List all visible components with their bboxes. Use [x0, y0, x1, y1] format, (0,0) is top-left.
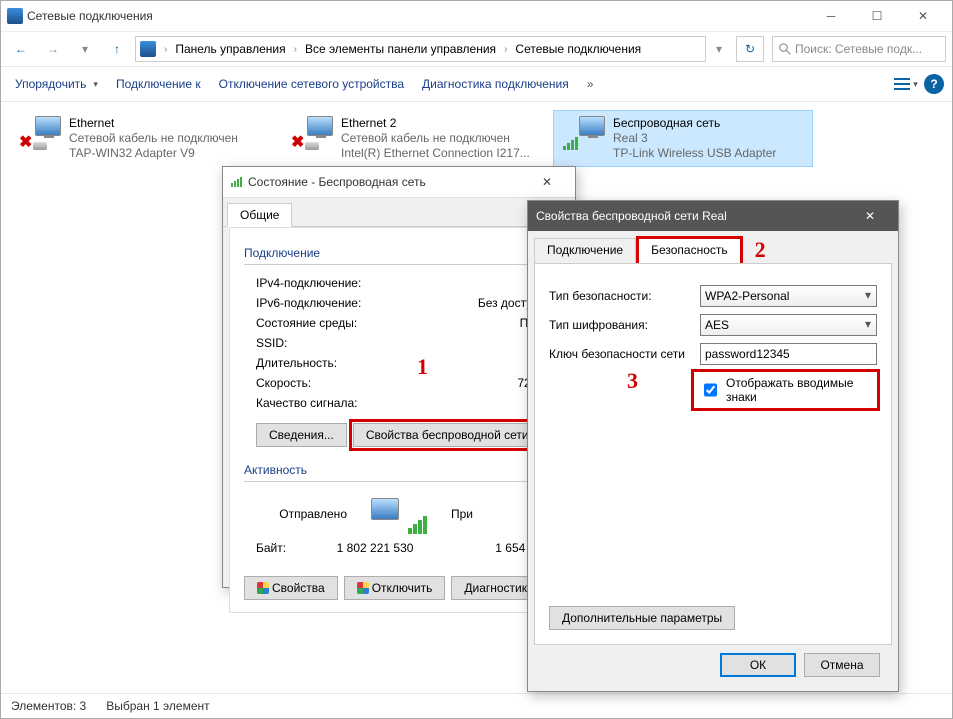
adapter-item[interactable]: ✖ Ethernet 2 Сетевой кабель не подключен… [281, 110, 541, 167]
show-characters-row[interactable]: Отображать вводимые знаки [694, 372, 877, 408]
search-input[interactable]: Поиск: Сетевые подк... [772, 36, 946, 62]
cancel-button[interactable]: Отмена [804, 653, 880, 677]
main-titlebar: Сетевые подключения ─ ☐ ✕ [1, 1, 952, 32]
up-button[interactable]: ↑ [103, 35, 131, 63]
media-label: Состояние среды: [256, 313, 444, 333]
search-icon [779, 43, 791, 55]
security-type-select[interactable]: WPA2-Personal [700, 285, 877, 307]
props-tabs: Подключение Безопасность 2 [534, 237, 892, 263]
annotation-3: 3 [627, 368, 638, 394]
breadcrumb-dropdown[interactable]: ▾ [710, 35, 728, 63]
security-key-input[interactable] [700, 343, 877, 365]
bytes-label: Байт: [256, 538, 286, 558]
maximize-button[interactable]: ☐ [854, 1, 900, 31]
forward-button[interactable]: → [39, 35, 67, 63]
back-button[interactable]: ← [7, 35, 35, 63]
view-options-button[interactable] [894, 72, 918, 96]
help-button[interactable]: ? [924, 74, 944, 94]
command-bar: Упорядочить Подключение к Отключение сет… [1, 67, 952, 102]
diagnose-cmd[interactable]: Диагностика подключения [416, 73, 575, 95]
adapter-status: Real 3 [613, 131, 776, 146]
bytes-sent: 1 802 221 530 [286, 538, 464, 558]
props-dialog-buttons: ОК Отмена [534, 645, 892, 685]
connect-to-cmd[interactable]: Подключение к [110, 73, 207, 95]
status-dialog-close[interactable]: ✕ [527, 167, 567, 197]
rename-chevron[interactable]: » [581, 73, 600, 95]
wireless-properties-button[interactable]: Свойства беспроводной сети [353, 423, 542, 447]
breadcrumb[interactable]: › Панель управления › Все элементы панел… [135, 36, 706, 62]
annotation-2: 2 [755, 237, 766, 263]
minimize-button[interactable]: ─ [808, 1, 854, 31]
encryption-label: Тип шифрования: [549, 318, 694, 332]
security-tab-body: Тип безопасности: WPA2-Personal Тип шифр… [534, 263, 892, 645]
breadcrumb-item[interactable]: Сетевые подключения [511, 40, 645, 58]
window-title: Сетевые подключения [27, 9, 808, 23]
props-dialog-titlebar: Свойства беспроводной сети Real ✕ [528, 201, 898, 231]
duration-label: Длительность: [256, 353, 444, 373]
adapter-name: Ethernet [69, 116, 238, 131]
shield-icon [257, 582, 269, 594]
wifi-properties-dialog: Свойства беспроводной сети Real ✕ Подклю… [527, 200, 899, 692]
window-icon [7, 8, 23, 24]
speed-label: Скорость: [256, 373, 444, 393]
activity-icon [371, 494, 427, 534]
adapter-item-selected[interactable]: Беспроводная сеть Real 3 TP-Link Wireles… [553, 110, 813, 167]
tab-general[interactable]: Общие [227, 203, 292, 227]
adapter-icon: ✖ [291, 116, 333, 150]
annotation-1: 1 [417, 354, 428, 380]
security-key-label: Ключ безопасности сети [549, 347, 694, 361]
ok-button[interactable]: ОК [720, 653, 796, 677]
status-element-count: Элементов: 3 [11, 699, 86, 713]
nav-row: ← → ▾ ↑ › Панель управления › Все элемен… [1, 32, 952, 67]
breadcrumb-item[interactable]: Все элементы панели управления [301, 40, 500, 58]
breadcrumb-icon [140, 41, 156, 57]
breadcrumb-item[interactable]: Панель управления [171, 40, 289, 58]
wifi-status-dialog: Состояние - Беспроводная сеть ✕ Общие По… [222, 166, 576, 588]
show-characters-label: Отображать вводимые знаки [726, 376, 871, 404]
advanced-settings-button[interactable]: Дополнительные параметры [549, 606, 735, 630]
properties-button[interactable]: Свойства [244, 576, 338, 600]
group-activity: Активность [244, 463, 554, 477]
adapter-device: TP-Link Wireless USB Adapter [613, 146, 776, 161]
adapter-item[interactable]: ✖ Ethernet Сетевой кабель не подключен T… [9, 110, 269, 167]
sent-label: Отправлено [256, 507, 347, 521]
disable-button[interactable]: Отключить [344, 576, 446, 600]
status-dialog-titlebar: Состояние - Беспроводная сеть ✕ [223, 167, 575, 198]
refresh-button[interactable]: ↻ [736, 36, 764, 62]
props-dialog-close[interactable]: ✕ [850, 201, 890, 231]
status-tabs: Общие [223, 198, 575, 227]
search-placeholder: Поиск: Сетевые подк... [795, 42, 922, 56]
tab-security[interactable]: Безопасность [638, 238, 741, 264]
organize-menu[interactable]: Упорядочить [9, 73, 104, 95]
details-button[interactable]: Сведения... [256, 423, 347, 447]
ipv6-label: IPv6-подключение: [256, 293, 444, 313]
adapter-icon: ✖ [19, 116, 61, 150]
status-selection: Выбран 1 элемент [106, 699, 209, 713]
props-dialog-title: Свойства беспроводной сети Real [536, 209, 850, 223]
adapter-device: Intel(R) Ethernet Connection I217... [341, 146, 530, 161]
signal-label: Качество сигнала: [256, 393, 554, 413]
adapter-icon [563, 116, 605, 150]
show-characters-checkbox[interactable] [704, 383, 717, 397]
disable-device-cmd[interactable]: Отключение сетевого устройства [213, 73, 410, 95]
adapter-device: TAP-WIN32 Adapter V9 [69, 146, 238, 161]
history-dropdown[interactable]: ▾ [71, 35, 99, 63]
adapter-status: Сетевой кабель не подключен [69, 131, 238, 146]
encryption-select[interactable]: AES [700, 314, 877, 336]
status-bar: Элементов: 3 Выбран 1 элемент [1, 693, 952, 718]
shield-icon [357, 582, 369, 594]
status-dialog-title: Состояние - Беспроводная сеть [248, 175, 527, 189]
adapter-name: Ethernet 2 [341, 116, 530, 131]
tab-connection[interactable]: Подключение [534, 238, 636, 264]
close-button[interactable]: ✕ [900, 1, 946, 31]
signal-icon [231, 177, 242, 187]
group-connection: Подключение [244, 246, 554, 260]
security-type-label: Тип безопасности: [549, 289, 694, 303]
adapter-status: Сетевой кабель не подключен [341, 131, 530, 146]
adapter-name: Беспроводная сеть [613, 116, 776, 131]
ipv4-label: IPv4-подключение: [256, 273, 444, 293]
ssid-label: SSID: [256, 333, 444, 353]
status-dialog-body: Подключение IPv4-подключение:Инте IPv6-п… [229, 227, 569, 613]
